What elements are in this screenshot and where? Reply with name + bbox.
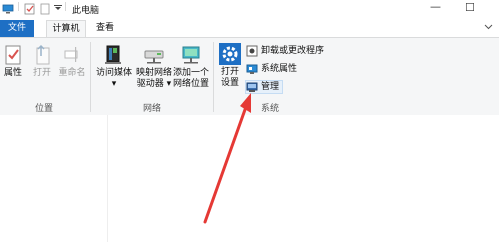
annotation-arrow bbox=[203, 93, 251, 224]
